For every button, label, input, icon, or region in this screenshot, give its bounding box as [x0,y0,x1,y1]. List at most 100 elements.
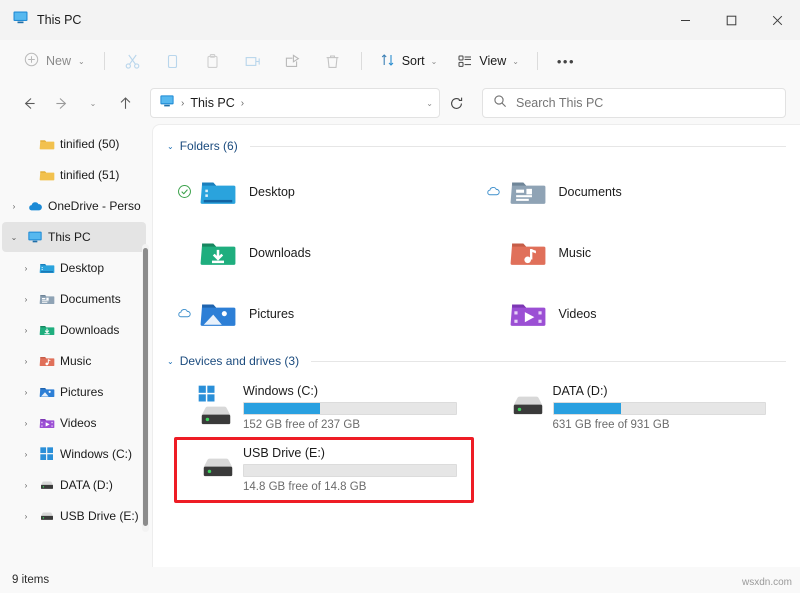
delete-button[interactable] [314,46,352,76]
capacity-bar [552,401,766,415]
search-box[interactable] [482,88,786,118]
title-bar: This PC [0,0,800,40]
folder-tile-label: Pictures [249,306,295,321]
folder-tile-label: Downloads [249,245,311,260]
sidebar-item-label: OneDrive - Perso [48,199,141,213]
command-toolbar: New ⌄ Sort ⌄ View ⌄ ••• [0,40,800,82]
drive-info: USB Drive (E:) 14.8 GB free of 14.8 GB [239,446,477,493]
search-input[interactable] [516,96,775,110]
drive-info: Windows (C:) 152 GB free of 237 GB [239,384,477,431]
folder-tile[interactable]: Pictures [167,283,477,344]
toolbar-divider [103,52,105,70]
folder-tile[interactable]: Documents [477,161,787,222]
sidebar-scrollbar-thumb[interactable] [143,248,148,526]
group-divider-line [311,360,786,362]
breadcrumb-this-pc[interactable]: This PC [190,96,234,110]
watermark-label: wsxdn.com [741,577,792,588]
expand-chevron-icon[interactable]: › [18,419,34,428]
breadcrumb-separator-2[interactable]: › [241,98,244,109]
folders-group-header[interactable]: ⌄ Folders (6) [167,135,786,157]
expand-chevron-icon[interactable]: › [18,295,34,304]
downloads-folder-icon [197,234,239,272]
maximize-button[interactable] [708,0,754,40]
drive-tile[interactable]: Windows (C:) 152 GB free of 237 GB [167,376,477,438]
videos-icon [38,414,56,432]
sidebar-item-documents[interactable]: › Documents [2,284,146,314]
drive-tile[interactable]: DATA (D:) 631 GB free of 931 GB [477,376,787,438]
sidebar-item-windows-c[interactable]: › Windows (C:) [2,439,146,469]
sidebar-item-tinified-51[interactable]: › tinified (51) [2,160,146,190]
ellipsis-icon: ••• [556,53,576,69]
music-folder-icon [507,234,549,272]
share-button[interactable] [274,46,312,76]
cut-button[interactable] [114,46,152,76]
folder-yellow-icon [38,166,56,184]
minimize-button[interactable] [662,0,708,40]
drive-name-label: USB Drive (E:) [243,445,325,460]
folder-tile[interactable]: Downloads [167,222,477,283]
drive-icon [38,507,56,525]
folder-tile[interactable]: Music [477,222,787,283]
drive-free-space-label: 631 GB free of 931 GB [552,418,670,431]
expand-chevron-icon[interactable]: › [18,450,34,459]
sidebar-item-downloads[interactable]: › Downloads [2,315,146,345]
paste-button[interactable] [194,46,232,76]
expand-chevron-icon[interactable]: › [18,326,34,335]
sidebar-item-data-d[interactable]: › DATA (D:) [2,470,146,500]
expand-chevron-icon[interactable]: › [18,140,34,149]
expand-chevron-icon[interactable]: › [18,512,34,521]
folder-tile[interactable]: Videos [477,283,787,344]
capacity-bar-fill [244,402,321,414]
sidebar-item-tinified-50[interactable]: › tinified (50) [2,129,146,159]
back-button[interactable] [14,88,44,118]
new-button[interactable]: New ⌄ [14,46,95,76]
sidebar-item-music[interactable]: › Music [2,346,146,376]
sidebar-item-label: Pictures [60,385,104,399]
title-bar-identity: This PC [12,9,81,31]
pictures-icon [38,383,56,401]
expand-chevron-icon[interactable]: ⌄ [6,233,22,242]
sidebar-item-desktop[interactable]: › Desktop [2,253,146,283]
chevron-down-icon: ⌄ [167,356,174,366]
sidebar-item-usb-drive-e[interactable]: › USB Drive (E:) [2,501,146,531]
address-bar[interactable]: › This PC › ⌄ [150,88,440,118]
sidebar-item-pictures[interactable]: › Pictures [2,377,146,407]
copy-button[interactable] [154,46,192,76]
window-title: This PC [37,13,82,27]
expand-chevron-icon[interactable]: › [18,481,34,490]
expand-chevron-icon[interactable]: › [18,264,34,273]
sort-button[interactable]: Sort ⌄ [371,46,447,76]
sidebar-item-videos[interactable]: › Videos [2,408,146,438]
drive-icon [481,382,549,432]
sidebar-item-this-pc[interactable]: ⌄ This PC [2,222,146,252]
documents-folder-icon [38,290,56,308]
expand-chevron-icon[interactable]: › [18,357,34,366]
drive-info: DATA (D:) 631 GB free of 931 GB [549,384,787,431]
sidebar-item-onedrive-perso[interactable]: › OneDrive - Perso [2,191,146,221]
toolbar-divider-2 [360,52,362,70]
view-button[interactable]: View ⌄ [448,46,528,76]
forward-button[interactable] [46,88,76,118]
cloud-icon [481,183,507,200]
chevron-down-icon: ⌄ [167,141,174,151]
downloads-icon [38,321,56,339]
overflow-menu-button[interactable]: ••• [547,46,585,76]
expand-chevron-icon[interactable]: › [18,171,34,180]
close-button[interactable] [754,0,800,40]
file-list-pane: ⌄ Folders (6) Desktop Documents Downloads M… [152,124,800,567]
sidebar-item-label: Downloads [60,323,120,337]
up-button[interactable] [110,88,140,118]
address-dropdown-icon[interactable]: ⌄ [426,99,433,108]
drives-group-header[interactable]: ⌄ Devices and drives (3) [167,350,786,372]
drive-tile[interactable]: USB Drive (E:) 14.8 GB free of 14.8 GB [167,438,477,500]
chevron-down-icon: ⌄ [89,98,97,108]
expand-chevron-icon[interactable]: › [6,202,22,211]
folder-tile[interactable]: Desktop [167,161,477,222]
recent-locations-button[interactable]: ⌄ [78,88,108,118]
refresh-button[interactable] [442,89,470,117]
drive-icon [171,444,239,494]
rename-button[interactable] [234,46,272,76]
group-divider-line [249,145,786,147]
sidebar-item-label: This PC [48,230,91,244]
expand-chevron-icon[interactable]: › [18,388,34,397]
